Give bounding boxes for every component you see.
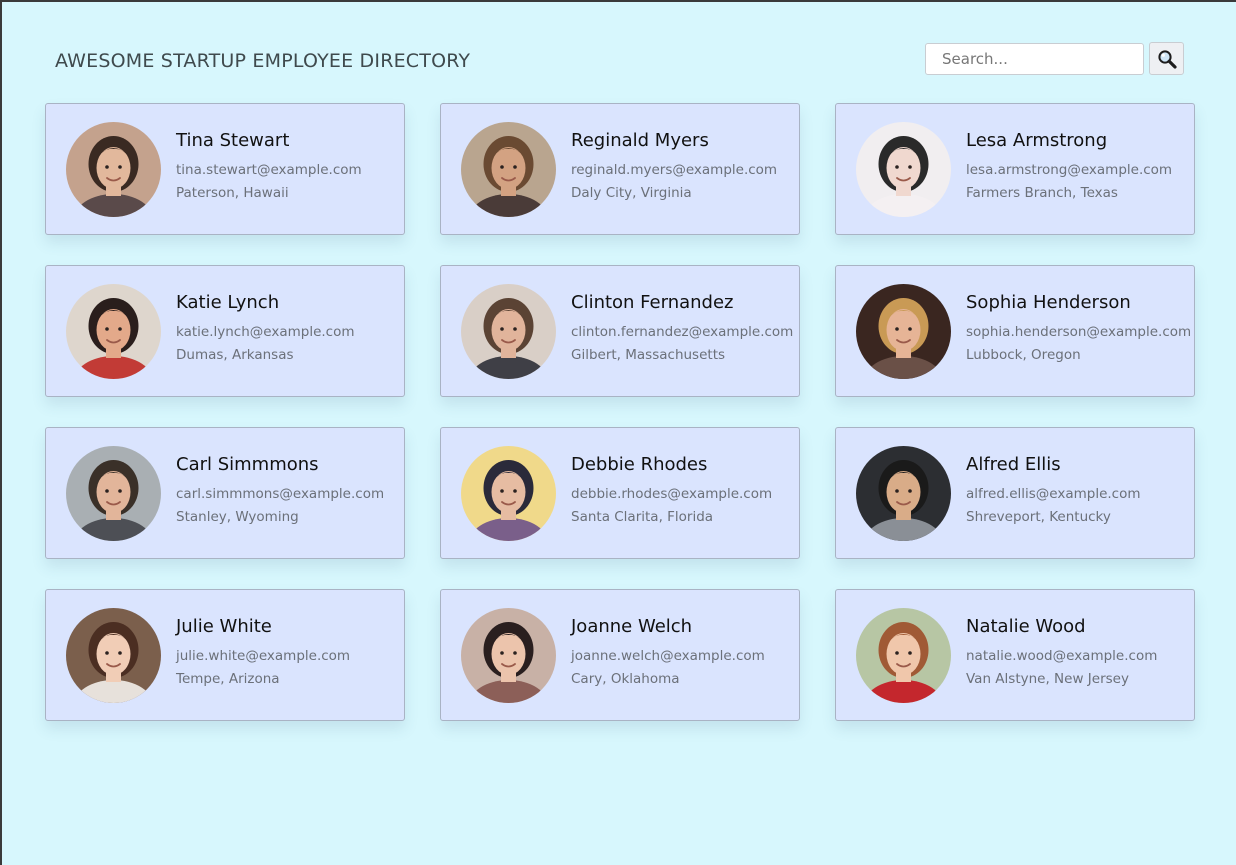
employee-info: Sophia Henderson sophia.henderson@example… [966, 292, 1191, 367]
employee-location: Shreveport, Kentucky [966, 508, 1111, 525]
employee-card[interactable]: Carl Simmmons carl.simmmons@example.com St… [45, 427, 405, 559]
avatar [461, 121, 556, 217]
employee-name: Tina Stewart [176, 129, 290, 151]
employee-card[interactable]: Sophia Henderson sophia.henderson@example… [835, 265, 1195, 397]
employee-name: Debbie Rhodes [571, 453, 708, 475]
employee-info: Julie White julie.white@example.com Tempe,… [176, 616, 350, 691]
avatar [66, 121, 161, 217]
employee-location: Van Alstyne, New Jersey [966, 670, 1129, 687]
employee-email: carl.simmmons@example.com [176, 485, 385, 502]
employee-location: Lubbock, Oregon [966, 346, 1081, 363]
employee-location: Gilbert, Massachusetts [571, 346, 726, 363]
avatar [461, 445, 556, 541]
employee-card[interactable]: Katie Lynch katie.lynch@example.com Dumas,… [45, 265, 405, 397]
employee-location: Daly City, Virginia [571, 184, 692, 201]
employee-info: Tina Stewart tina.stewart@example.com Pate… [176, 130, 362, 205]
employee-card[interactable]: Lesa Armstrong lesa.armstrong@example.com… [835, 103, 1195, 235]
employee-card[interactable]: Debbie Rhodes debbie.rhodes@example.com Sa… [440, 427, 800, 559]
employee-email: clinton.fernandez@example.com [571, 323, 794, 340]
avatar [856, 283, 951, 379]
employee-info: Alfred Ellis alfred.ellis@example.com Shre… [966, 454, 1141, 529]
search-form [925, 42, 1184, 75]
avatar [66, 607, 161, 703]
employee-card[interactable]: Reginald Myers reginald.myers@example.com… [440, 103, 800, 235]
employee-email: reginald.myers@example.com [571, 161, 778, 178]
employee-email: katie.lynch@example.com [176, 323, 355, 340]
employee-name: Julie White [176, 615, 272, 637]
employee-name: Sophia Henderson [966, 291, 1131, 313]
employee-email: joanne.welch@example.com [571, 647, 765, 664]
employee-name: Joanne Welch [571, 615, 693, 637]
employee-info: Carl Simmmons carl.simmmons@example.com St… [176, 454, 384, 529]
employee-card[interactable]: Alfred Ellis alfred.ellis@example.com Shre… [835, 427, 1195, 559]
employee-location: Paterson, Hawaii [176, 184, 289, 201]
avatar [856, 121, 951, 217]
employee-info: Debbie Rhodes debbie.rhodes@example.com Sa… [571, 454, 772, 529]
search-button[interactable] [1149, 42, 1184, 75]
employee-card[interactable]: Clinton Fernandez clinton.fernandez@examp… [440, 265, 800, 397]
employee-gallery: Tina Stewart tina.stewart@example.com Pate… [45, 103, 1195, 721]
employee-name: Katie Lynch [176, 291, 280, 313]
employee-email: debbie.rhodes@example.com [571, 485, 773, 502]
employee-email: tina.stewart@example.com [176, 161, 362, 178]
employee-location: Stanley, Wyoming [176, 508, 299, 525]
employee-card[interactable]: Natalie Wood natalie.wood@example.com Van … [835, 589, 1195, 721]
employee-card[interactable]: Tina Stewart tina.stewart@example.com Pate… [45, 103, 405, 235]
employee-name: Lesa Armstrong [966, 129, 1108, 151]
employee-info: Joanne Welch joanne.welch@example.com Cary… [571, 616, 765, 691]
page-title: AWESOME STARTUP EMPLOYEE DIRECTORY [55, 50, 471, 72]
employee-name: Alfred Ellis [966, 453, 1061, 475]
magnifier-icon [1157, 49, 1177, 69]
avatar [856, 607, 951, 703]
employee-email: natalie.wood@example.com [966, 647, 1158, 664]
employee-card[interactable]: Joanne Welch joanne.welch@example.com Cary… [440, 589, 800, 721]
employee-info: Reginald Myers reginald.myers@example.com… [571, 130, 777, 205]
employee-name: Clinton Fernandez [571, 291, 734, 313]
employee-location: Dumas, Arkansas [176, 346, 294, 363]
avatar [461, 607, 556, 703]
employee-email: alfred.ellis@example.com [966, 485, 1141, 502]
search-input[interactable] [925, 42, 1144, 75]
employee-location: Cary, Oklahoma [571, 670, 680, 687]
employee-card[interactable]: Julie White julie.white@example.com Tempe,… [45, 589, 405, 721]
employee-info: Katie Lynch katie.lynch@example.com Dumas,… [176, 292, 355, 367]
avatar [66, 283, 161, 379]
employee-info: Natalie Wood natalie.wood@example.com Van … [966, 616, 1157, 691]
employee-name: Carl Simmmons [176, 453, 319, 475]
avatar [856, 445, 951, 541]
avatar [461, 283, 556, 379]
avatar [66, 445, 161, 541]
employee-location: Farmers Branch, Texas [966, 184, 1118, 201]
employee-info: Clinton Fernandez clinton.fernandez@examp… [571, 292, 793, 367]
employee-name: Natalie Wood [966, 615, 1086, 637]
employee-email: lesa.armstrong@example.com [966, 161, 1173, 178]
employee-location: Santa Clarita, Florida [571, 508, 714, 525]
employee-location: Tempe, Arizona [176, 670, 280, 687]
employee-email: sophia.henderson@example.com [966, 323, 1192, 340]
employee-name: Reginald Myers [571, 129, 709, 151]
employee-info: Lesa Armstrong lesa.armstrong@example.com… [966, 130, 1172, 205]
employee-email: julie.white@example.com [176, 647, 351, 664]
